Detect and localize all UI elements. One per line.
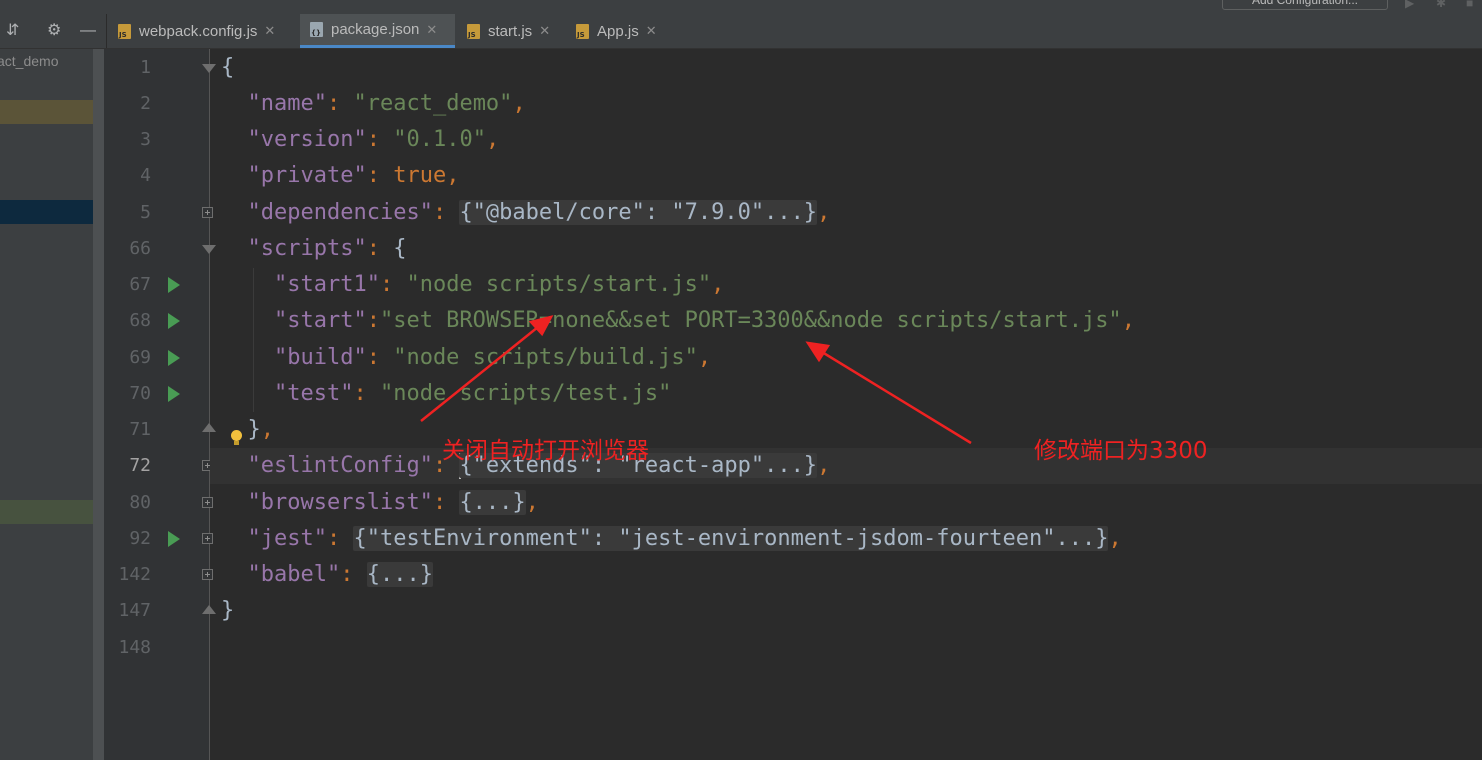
arrow-right-head	[805, 341, 831, 363]
arrow-right-line	[821, 350, 972, 445]
annotation-right: 修改端口为3300	[1034, 438, 1208, 464]
arrow-left-line	[420, 326, 539, 422]
annotation-arrows	[420, 315, 972, 445]
annotation-left: 关闭自动打开浏览器	[442, 438, 649, 464]
